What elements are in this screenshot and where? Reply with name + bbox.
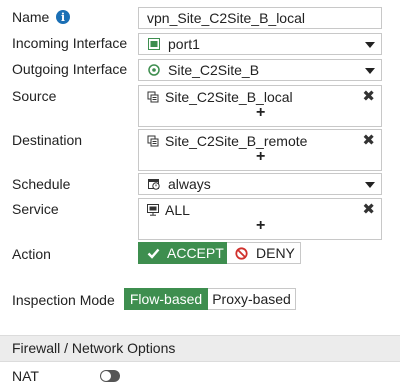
deny-button[interactable]: DENY [227, 242, 301, 264]
service-entry-label: ALL [165, 202, 190, 218]
inspection-mode-row: Inspection Mode Flow-based Proxy-based [0, 287, 400, 313]
service-row: Service ALL ✖ + [0, 197, 400, 241]
outgoing-interface-select[interactable]: Site_C2Site_B [138, 59, 382, 81]
incoming-interface-select[interactable]: port1 [138, 33, 382, 55]
flow-based-label: Flow-based [129, 291, 203, 307]
inspection-mode-label: Inspection Mode [12, 292, 115, 308]
destination-list: Site_C2Site_B_remote ✖ + [138, 129, 382, 171]
add-icon[interactable]: + [256, 105, 265, 121]
remove-icon[interactable]: ✖ [362, 202, 375, 218]
nat-label: NAT [12, 368, 39, 384]
accept-button[interactable]: ACCEPT [138, 242, 227, 264]
outgoing-interface-value: Site_C2Site_B [168, 62, 260, 78]
check-icon [147, 248, 160, 259]
service-icon [147, 204, 159, 216]
name-input-value: vpn_Site_C2Site_B_local [147, 10, 305, 26]
service-label: Service [12, 201, 59, 217]
action-toggle-group: ACCEPT DENY [138, 242, 301, 264]
vpn-tunnel-icon [148, 64, 160, 76]
source-list: Site_C2Site_B_local ✖ + [138, 85, 382, 127]
deny-label: DENY [256, 245, 295, 261]
address-group-icon [147, 91, 159, 103]
chevron-down-icon [365, 42, 375, 48]
info-icon[interactable]: i [56, 10, 70, 24]
source-entry-label: Site_C2Site_B_local [165, 89, 293, 105]
incoming-interface-label: Incoming Interface [12, 35, 128, 51]
nat-toggle[interactable] [100, 370, 120, 382]
action-row: Action ACCEPT DENY [0, 241, 400, 267]
service-entry[interactable]: ALL [147, 202, 190, 218]
accept-label: ACCEPT [167, 245, 224, 261]
toggle-knob [101, 371, 111, 381]
schedule-label: Schedule [12, 176, 71, 192]
source-row: Source Site_C2Site_B_local ✖ + [0, 84, 400, 128]
destination-entry-label: Site_C2Site_B_remote [165, 133, 308, 149]
flow-based-button[interactable]: Flow-based [124, 288, 208, 310]
inspection-mode-toggle-group: Flow-based Proxy-based [124, 288, 296, 310]
name-input[interactable]: vpn_Site_C2Site_B_local [138, 7, 382, 29]
proxy-based-button[interactable]: Proxy-based [208, 288, 296, 310]
destination-entry[interactable]: Site_C2Site_B_remote [147, 133, 307, 149]
schedule-row: Schedule always [0, 172, 400, 196]
outgoing-interface-row: Outgoing Interface Site_C2Site_B [0, 58, 400, 82]
schedule-select[interactable]: always [138, 173, 382, 195]
schedule-value: always [168, 176, 211, 192]
chevron-down-icon [365, 68, 375, 74]
remove-icon[interactable]: ✖ [362, 89, 375, 105]
proxy-based-label: Proxy-based [212, 291, 291, 307]
schedule-icon [148, 178, 160, 190]
source-entry[interactable]: Site_C2Site_B_local [147, 89, 293, 105]
chevron-down-icon [365, 182, 375, 188]
firewall-network-options-header: Firewall / Network Options [0, 335, 400, 362]
incoming-interface-row: Incoming Interface port1 [0, 32, 400, 56]
action-label: Action [12, 246, 51, 262]
add-icon[interactable]: + [256, 149, 265, 165]
service-list: ALL ✖ + [138, 198, 382, 240]
destination-label: Destination [12, 132, 83, 148]
block-icon [235, 246, 248, 260]
name-label: Name [12, 9, 50, 25]
address-group-icon [147, 135, 159, 147]
port-icon [148, 38, 160, 50]
remove-icon[interactable]: ✖ [362, 133, 375, 149]
destination-row: Destination Site_C2Site_B_remote ✖ + [0, 128, 400, 172]
source-label: Source [12, 88, 57, 104]
add-icon[interactable]: + [256, 218, 265, 234]
section-title: Firewall / Network Options [12, 340, 176, 356]
outgoing-interface-label: Outgoing Interface [12, 61, 128, 77]
incoming-interface-value: port1 [168, 36, 200, 52]
name-row: Name i vpn_Site_C2Site_B_local [0, 6, 400, 30]
